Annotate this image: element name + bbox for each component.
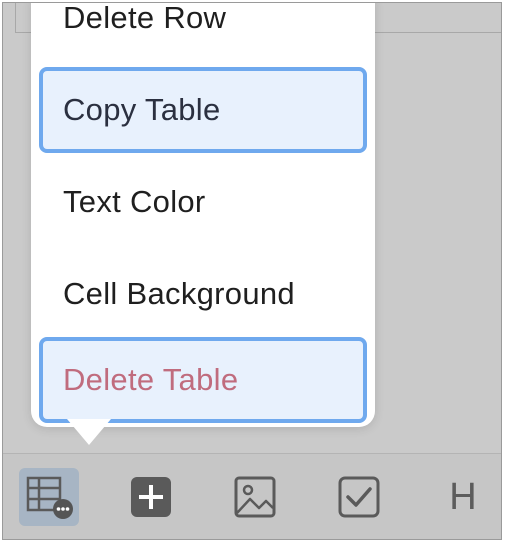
image-icon: [234, 476, 276, 518]
menu-item-delete-table[interactable]: Delete Table: [39, 337, 367, 423]
table-context-menu: Delete Row Copy Table Text Color Cell Ba…: [31, 3, 375, 445]
heading-icon: H: [449, 475, 477, 518]
table-more-icon: [26, 476, 73, 519]
menu-item-delete-row[interactable]: Delete Row: [39, 3, 367, 61]
heading-button[interactable]: H: [433, 468, 493, 526]
editor-frame: H Delete Row Copy Table Text Color Cell …: [2, 2, 502, 540]
menu-item-cell-background[interactable]: Cell Background: [39, 251, 367, 337]
bottom-toolbar: H: [3, 453, 501, 539]
menu-item-text-color[interactable]: Text Color: [39, 159, 367, 245]
menu-item-copy-table[interactable]: Copy Table: [39, 67, 367, 153]
checkbox-icon: [338, 476, 380, 518]
checklist-button[interactable]: [329, 468, 389, 526]
menu-pointer: [67, 419, 111, 445]
add-button[interactable]: [121, 468, 181, 526]
insert-image-button[interactable]: [225, 468, 285, 526]
table-options-button[interactable]: [19, 468, 79, 526]
add-icon: [131, 477, 171, 517]
